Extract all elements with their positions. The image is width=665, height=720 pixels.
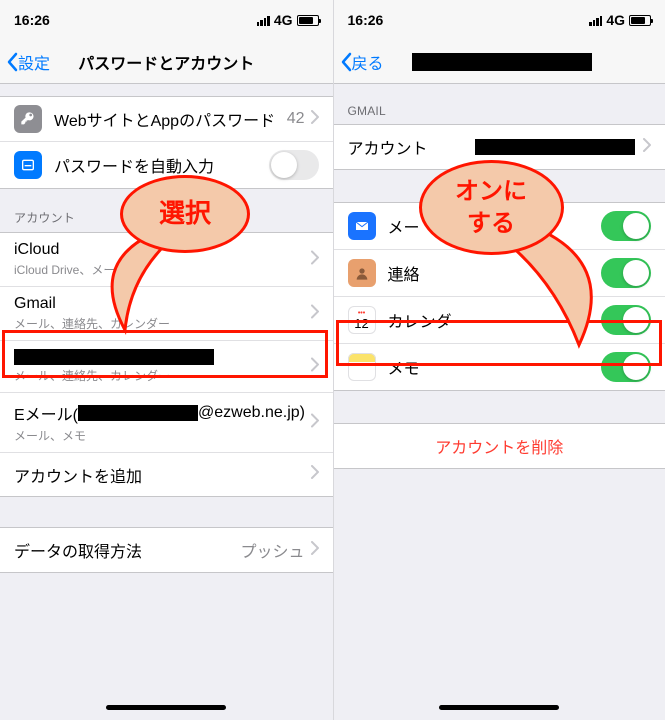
account-sub: メール、連絡先、カレンダー xyxy=(14,367,170,384)
chevron-right-icon xyxy=(311,304,319,323)
account-sub: メール、メモ xyxy=(14,427,86,444)
annotation-callout-turn-on: オンに する xyxy=(419,160,564,255)
service-label: メモ xyxy=(388,355,602,379)
delete-account-row[interactable]: アカウントを削除 xyxy=(334,424,665,468)
screen-account-detail: 16:26 4G 戻る GMAIL アカウント xyxy=(333,0,665,720)
status-time: 16:26 xyxy=(14,12,50,28)
key-icon xyxy=(14,105,42,133)
account-title: Eメール( xyxy=(14,401,78,425)
fetch-row[interactable]: データの取得方法 プッシュ xyxy=(0,528,333,572)
fetch-label: データの取得方法 xyxy=(14,538,240,562)
service-row-notes: メモ xyxy=(334,343,665,390)
chevron-right-icon xyxy=(643,138,651,157)
mail-toggle[interactable] xyxy=(601,211,651,241)
account-label: アカウント xyxy=(348,135,428,159)
account-title-tail: @ezweb.ne.jp) xyxy=(198,404,305,422)
section-header-gmail: GMAIL xyxy=(334,84,665,124)
status-time: 16:26 xyxy=(348,12,384,28)
chevron-right-icon xyxy=(311,357,319,376)
page-title: パスワードとアカウント xyxy=(78,50,254,74)
home-indicator[interactable] xyxy=(106,705,226,710)
contacts-toggle[interactable] xyxy=(601,258,651,288)
redacted-segment xyxy=(78,405,198,421)
chevron-right-icon xyxy=(311,110,319,129)
chevron-right-icon xyxy=(311,541,319,560)
notes-icon xyxy=(348,353,376,381)
account-title: Gmail xyxy=(14,295,56,313)
screen-passwords-accounts: 16:26 4G 設定 パスワードとアカウント WebサイトとAppのパスワード… xyxy=(0,0,333,720)
redacted-title xyxy=(14,349,214,365)
add-account-label: アカウントを追加 xyxy=(14,463,311,487)
annotation-text: オンに する xyxy=(455,176,527,238)
annotation-callout-select: 選択 xyxy=(120,175,250,253)
account-row-email[interactable]: Eメール( @ezweb.ne.jp) メール、メモ xyxy=(0,392,333,452)
sites-passwords-label: WebサイトとAppのパスワード xyxy=(54,107,287,131)
home-indicator[interactable] xyxy=(439,705,559,710)
chevron-right-icon xyxy=(311,250,319,269)
calendar-icon: •••12 xyxy=(348,306,376,334)
sites-passwords-row[interactable]: WebサイトとAppのパスワード 42 xyxy=(0,97,333,141)
battery-icon xyxy=(297,15,319,26)
autofill-label: パスワードを自動入力 xyxy=(54,153,269,177)
signal-icon xyxy=(589,15,602,26)
status-network: 4G xyxy=(606,12,625,28)
annotation-text: 選択 xyxy=(159,197,211,231)
back-button[interactable]: 戻る xyxy=(340,50,384,74)
fetch-value: プッシュ xyxy=(240,538,304,562)
back-button[interactable]: 設定 xyxy=(6,50,50,74)
calendar-toggle[interactable] xyxy=(601,305,651,335)
back-label: 戻る xyxy=(352,50,384,74)
chevron-right-icon xyxy=(311,413,319,432)
add-account-row[interactable]: アカウントを追加 xyxy=(0,452,333,496)
mail-icon xyxy=(348,212,376,240)
battery-icon xyxy=(629,15,651,26)
status-bar: 16:26 4G xyxy=(0,0,333,40)
account-title: iCloud xyxy=(14,241,59,259)
signal-icon xyxy=(257,15,270,26)
nav-bar: 戻る xyxy=(334,40,665,84)
delete-account-label: アカウントを削除 xyxy=(348,434,652,458)
notes-toggle[interactable] xyxy=(601,352,651,382)
redacted-title xyxy=(412,53,592,71)
back-label: 設定 xyxy=(18,50,50,74)
autofill-toggle[interactable] xyxy=(269,150,319,180)
autofill-icon xyxy=(14,151,42,179)
account-row-redacted[interactable]: メール、連絡先、カレンダー xyxy=(0,340,333,392)
contacts-icon xyxy=(348,259,376,287)
chevron-right-icon xyxy=(311,465,319,484)
nav-bar: 設定 パスワードとアカウント xyxy=(0,40,333,84)
status-bar: 16:26 4G xyxy=(334,0,665,40)
status-network: 4G xyxy=(274,12,293,28)
redacted-value xyxy=(475,139,635,155)
sites-passwords-count: 42 xyxy=(287,110,305,128)
